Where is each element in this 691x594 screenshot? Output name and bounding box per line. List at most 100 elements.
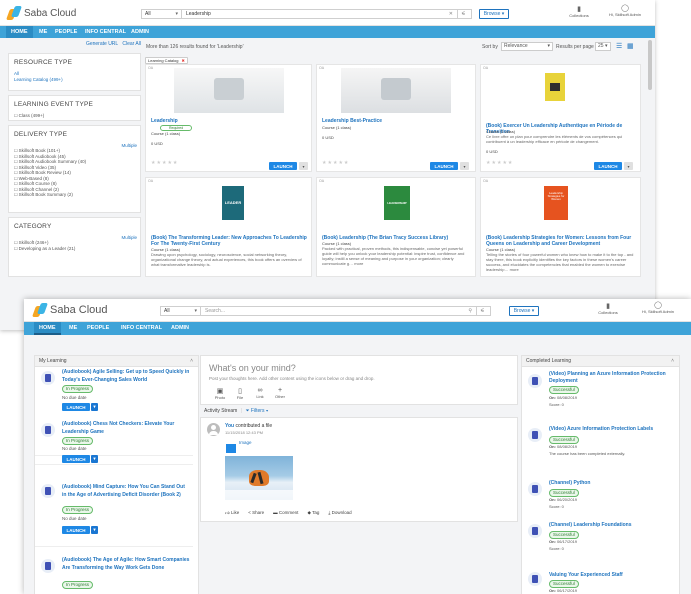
launch-menu-caret[interactable]: ▾ [624, 162, 633, 170]
course-title[interactable]: (Video) Planning an Azure Information Pr… [549, 371, 675, 385]
tag-button[interactable]: ◆ Tag [307, 510, 319, 516]
collapse-icon[interactable]: ˄ [671, 356, 674, 367]
filter-checkbox[interactable]: Skillsoft Book Summary (2) [14, 192, 137, 198]
collections-button[interactable]: ▮ Collections [565, 5, 593, 18]
launch-button[interactable]: LAUNCH [62, 455, 90, 463]
launch-button[interactable]: LAUNCH [594, 162, 622, 170]
nav-home[interactable]: HOME [34, 322, 61, 335]
nav-home[interactable]: HOME [6, 26, 33, 38]
filters-dropdown[interactable]: Filters ▾ [251, 408, 268, 414]
nav-admin[interactable]: ADMIN [166, 322, 194, 335]
search-icon[interactable]: ⚲ [468, 307, 472, 315]
collections-button[interactable]: ▮ Collections [594, 302, 622, 315]
rating-stars[interactable]: ★★★★★ [151, 160, 178, 166]
like-button[interactable]: 👍︎ Like [225, 510, 239, 516]
completion-note: The course has been completed externally… [549, 451, 626, 456]
card-title[interactable]: (Book) The Transforming Leader: New Appr… [151, 235, 308, 247]
sort-label: Sort by [482, 44, 498, 50]
share-button[interactable]: < Share [248, 510, 264, 516]
launch-menu-caret[interactable]: ▾ [91, 455, 98, 463]
result-card[interactable]: OA LEADERSHIP (Book) Leadership (The Bri… [316, 177, 476, 277]
global-search[interactable]: All ▾ Search... ⚲ ⚟ [160, 306, 491, 316]
nav-people[interactable]: PEOPLE [82, 322, 114, 335]
course-title[interactable]: (Audiobook) The Age of Agile: How Smart … [62, 557, 190, 572]
nav-me[interactable]: ME [64, 322, 82, 335]
rating-stars[interactable]: ★★★★★ [322, 160, 349, 166]
other-action[interactable]: + Other [273, 387, 287, 399]
course-title[interactable]: (Audiobook) Chess Not Checkers: Elevate … [62, 421, 190, 436]
filter-option[interactable]: Learning Catalog (499+) [14, 77, 137, 83]
launch-button[interactable]: LAUNCH [269, 162, 297, 170]
active-filter-chip[interactable]: Learning Catalog ✖ [145, 57, 188, 64]
course-title[interactable]: (Channel) Leadership Foundations [549, 522, 675, 529]
link-action[interactable]: ∞ Link [253, 387, 267, 399]
post-author[interactable]: You [225, 423, 234, 429]
course-title[interactable]: (Audiobook) Mind Capture: How You Can St… [62, 484, 190, 499]
search-scope-select[interactable]: All ▾ [161, 307, 201, 315]
nav-people[interactable]: PEOPLE [50, 26, 82, 38]
filter-icon[interactable]: ⚟ [476, 307, 488, 315]
browse-button[interactable]: Browse ▾ [509, 306, 539, 316]
result-card[interactable]: OA LEADER (Book) The Transforming Leader… [145, 177, 312, 277]
sort-select[interactable]: Relevance ▾ [501, 42, 553, 51]
rating-stars[interactable]: ★★★★★ [486, 160, 513, 166]
card-title[interactable]: (Book) Leadership Strategies for Women: … [486, 235, 636, 247]
launch-button[interactable]: LAUNCH [430, 162, 458, 170]
generate-url-link[interactable]: Generate URL [86, 41, 118, 47]
nav-admin[interactable]: ADMIN [126, 26, 154, 38]
launch-menu-caret[interactable]: ▾ [460, 162, 469, 170]
filter-checkbox[interactable]: Class (499+) [14, 113, 137, 119]
launch-menu-caret[interactable]: ▾ [91, 403, 98, 411]
scrollbar[interactable] [648, 40, 652, 90]
launch-menu-caret[interactable]: ▾ [91, 526, 98, 534]
global-search[interactable]: All ▾ Leadership ✕ ⚟ [141, 9, 472, 19]
filter-icon[interactable]: ⚟ [457, 10, 469, 18]
comment-icon: ▬ [273, 510, 278, 515]
my-learning-panel: My Learning ˄ (Audiobook) Agile Selling: … [34, 355, 199, 594]
post-headline: You contributed a file [225, 423, 273, 429]
download-button[interactable]: ⤓ Download [328, 510, 351, 516]
card-title[interactable]: Leadership Best-Practice [322, 118, 382, 124]
grid-view-icon[interactable]: ▦ [627, 42, 634, 50]
search-scope-select[interactable]: All ▾ [142, 10, 182, 18]
course-title[interactable]: Valuing Your Experienced Staff [549, 572, 675, 579]
nav-info-central[interactable]: INFO CENTRAL [80, 26, 131, 38]
per-page-select[interactable]: 25 ▾ [595, 42, 611, 51]
course-title[interactable]: (Audiobook) Agile Selling: Get up to Spe… [62, 369, 190, 384]
browse-button[interactable]: Browse ▾ [479, 9, 509, 19]
course-title[interactable]: (Channel) Python [549, 480, 675, 487]
result-card[interactable]: OA Leadership Best-Practice Course (1 cl… [316, 64, 476, 172]
user-menu[interactable]: ◯ Hi, Skillsoft Admin [600, 4, 650, 17]
comment-button[interactable]: ▬ Comment [273, 510, 298, 516]
audiobook-icon [41, 371, 55, 385]
card-title[interactable]: Leadership [151, 118, 178, 124]
user-menu[interactable]: ◯ Hi, Skillsoft Admin [630, 301, 686, 314]
post-input[interactable]: What's on your mind? [209, 363, 296, 373]
back-window: Saba Cloud All ▾ Leadership ✕ ⚟ Browse ▾ … [0, 0, 655, 330]
logo[interactable]: Saba Cloud [31, 303, 108, 317]
post-image[interactable] [225, 456, 293, 500]
nav-info-central[interactable]: INFO CENTRAL [116, 322, 167, 335]
remove-filter-icon[interactable]: ✖ [181, 58, 184, 63]
course-title[interactable]: (Video) Azure Information Protection Lab… [549, 426, 675, 433]
launch-menu-caret[interactable]: ▾ [299, 162, 308, 170]
result-card[interactable]: OA (Book) Exercer Un Leadership Authenti… [480, 64, 641, 172]
photo-action[interactable]: ▣ Photo [213, 387, 227, 400]
logo[interactable]: Saba Cloud [5, 6, 76, 20]
result-card[interactable]: OA Leadership Required Course (1 class) … [145, 64, 312, 172]
search-input[interactable]: Search... [205, 307, 225, 315]
user-avatar-icon: ◯ [621, 5, 629, 12]
status-badge: In Progress [62, 581, 94, 589]
clear-icon[interactable]: ✕ [449, 10, 453, 18]
clear-all-link[interactable]: Clear All [122, 41, 141, 47]
list-view-icon[interactable]: ☰ [616, 42, 622, 50]
file-action[interactable]: ▯ File [233, 387, 247, 400]
search-input[interactable]: Leadership [186, 10, 211, 18]
launch-button[interactable]: LAUNCH [62, 403, 90, 411]
launch-button[interactable]: LAUNCH [62, 526, 90, 534]
due-date: No due date [62, 446, 87, 451]
file-link[interactable]: Image [239, 440, 252, 445]
panel-title: Completed Learning [526, 358, 572, 364]
result-card[interactable]: OA Leadership Strategies for Women (Book… [480, 177, 641, 277]
filter-checkbox[interactable]: Developing as a Leader (21) [14, 246, 137, 252]
